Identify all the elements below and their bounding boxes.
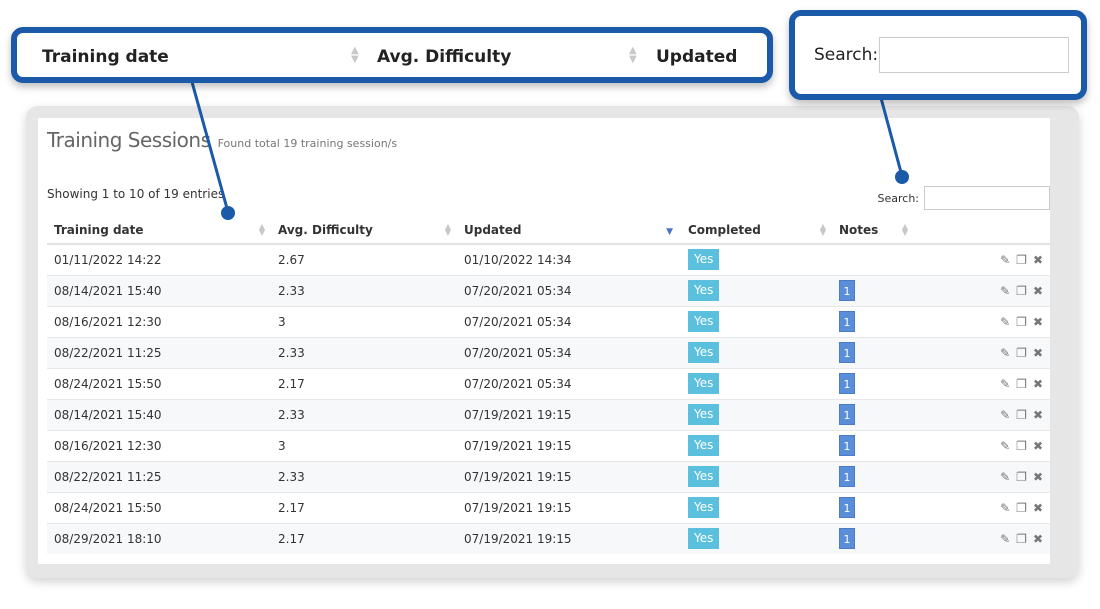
callout-header-avg-difficulty: Avg. Difficulty [377,47,512,67]
connector-dot-left [221,206,235,220]
callout-header-updated: Updated [656,47,738,67]
sort-icon: ▲ ▼ [629,45,637,65]
callout-column-headers: Training date ▲ ▼ Avg. Difficulty ▲ ▼ Upda… [11,27,773,83]
connector-line-left [190,81,230,213]
callout-header-training-date: Training date [42,47,169,67]
callout-search-label: Search: [814,45,879,65]
callout-search: Search: [789,10,1087,100]
connector-line-right [879,97,904,177]
connector-dot-right [895,170,909,184]
callout-search-input[interactable] [879,37,1069,73]
sort-icon: ▲ ▼ [351,45,359,65]
